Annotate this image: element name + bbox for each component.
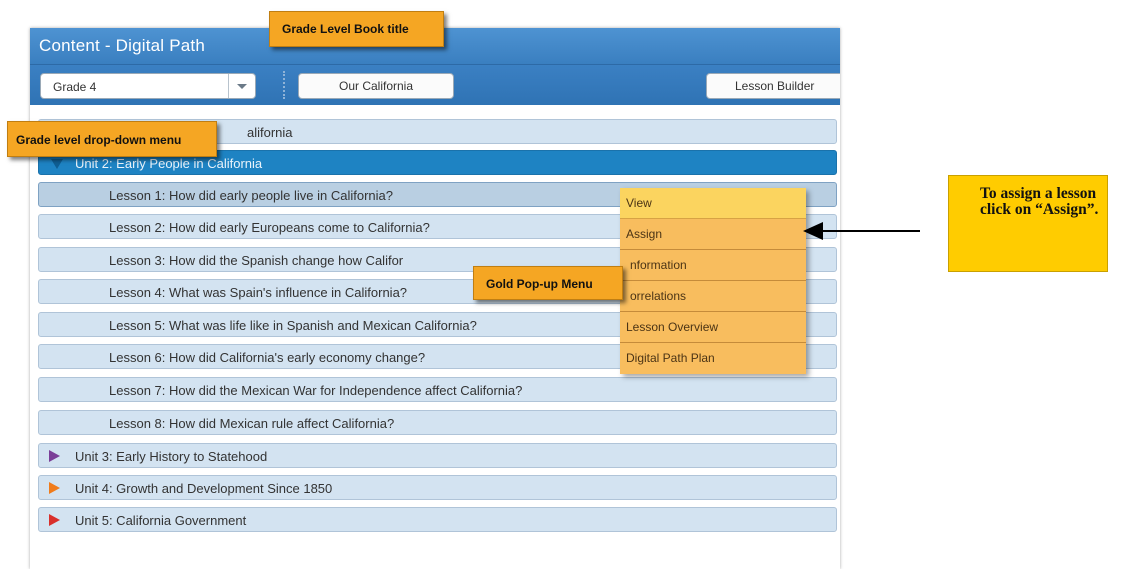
expand-arrow-icon[interactable]	[49, 514, 60, 526]
lesson-label: Lesson 4: What was Spain's influence in …	[109, 285, 408, 300]
pointer-arrow-line	[822, 230, 920, 232]
lesson-label: Lesson 5: What was life like in Spanish …	[109, 318, 477, 333]
unit-row-5[interactable]: Unit 5: California Government	[38, 507, 837, 532]
unit-label: Unit 2: Early People in California	[75, 156, 263, 171]
assign-instruction-note: To assign a lesson click on “Assign”.	[948, 175, 1108, 272]
expand-arrow-icon[interactable]	[49, 450, 60, 462]
arrow-left-icon	[803, 222, 823, 240]
expand-arrow-icon[interactable]	[49, 482, 60, 494]
lesson-row-8[interactable]: Lesson 8: How did Mexican rule affect Ca…	[38, 410, 837, 435]
book-title-callout: Grade Level Book title	[269, 11, 444, 47]
popup-information[interactable]: nformation	[620, 250, 806, 281]
popup-correlations[interactable]: orrelations	[620, 281, 806, 312]
book-title-button[interactable]: Our California	[298, 73, 454, 99]
unit-row-3[interactable]: Unit 3: Early History to Statehood	[38, 443, 837, 468]
unit-label: Unit 3: Early History to Statehood	[75, 449, 268, 464]
collapse-arrow-icon[interactable]	[51, 159, 63, 169]
lesson-label: Lesson 8: How did Mexican rule affect Ca…	[109, 416, 395, 431]
lesson-label: Lesson 6: How did California's early eco…	[109, 350, 426, 365]
unit-label: alifornia	[247, 125, 293, 140]
toolbar: Grade 4 Our California Lesson Builder	[30, 65, 840, 105]
lesson-label: Lesson 7: How did the Mexican War for In…	[109, 383, 523, 398]
chevron-down-icon[interactable]	[228, 74, 255, 98]
lesson-row-7[interactable]: Lesson 7: How did the Mexican War for In…	[38, 377, 837, 402]
grade-level-dropdown[interactable]: Grade 4	[40, 73, 256, 99]
unit-row-4[interactable]: Unit 4: Growth and Development Since 185…	[38, 475, 837, 500]
toolbar-divider	[283, 71, 285, 99]
gold-popup-menu: View Assign nformation orrelations Lesso…	[620, 188, 806, 374]
lesson-label: Lesson 2: How did early Europeans come t…	[109, 220, 430, 235]
grade-level-value: Grade 4	[53, 80, 97, 94]
popup-callout: Gold Pop-up Menu	[473, 266, 623, 300]
unit-label: Unit 5: California Government	[75, 513, 247, 528]
unit-label: Unit 4: Growth and Development Since 185…	[75, 481, 333, 496]
popup-assign[interactable]: Assign	[620, 219, 806, 250]
lesson-label: Lesson 3: How did the Spanish change how…	[109, 253, 404, 268]
dropdown-callout: Grade level drop-down menu	[7, 121, 217, 157]
window-title: Content - Digital Path	[39, 36, 205, 55]
popup-digital-path-plan[interactable]: Digital Path Plan	[620, 343, 806, 374]
popup-lesson-overview[interactable]: Lesson Overview	[620, 312, 806, 343]
lesson-builder-button[interactable]: Lesson Builder	[706, 73, 840, 99]
lesson-label: Lesson 1: How did early people live in C…	[109, 188, 393, 203]
popup-view[interactable]: View	[620, 188, 806, 219]
